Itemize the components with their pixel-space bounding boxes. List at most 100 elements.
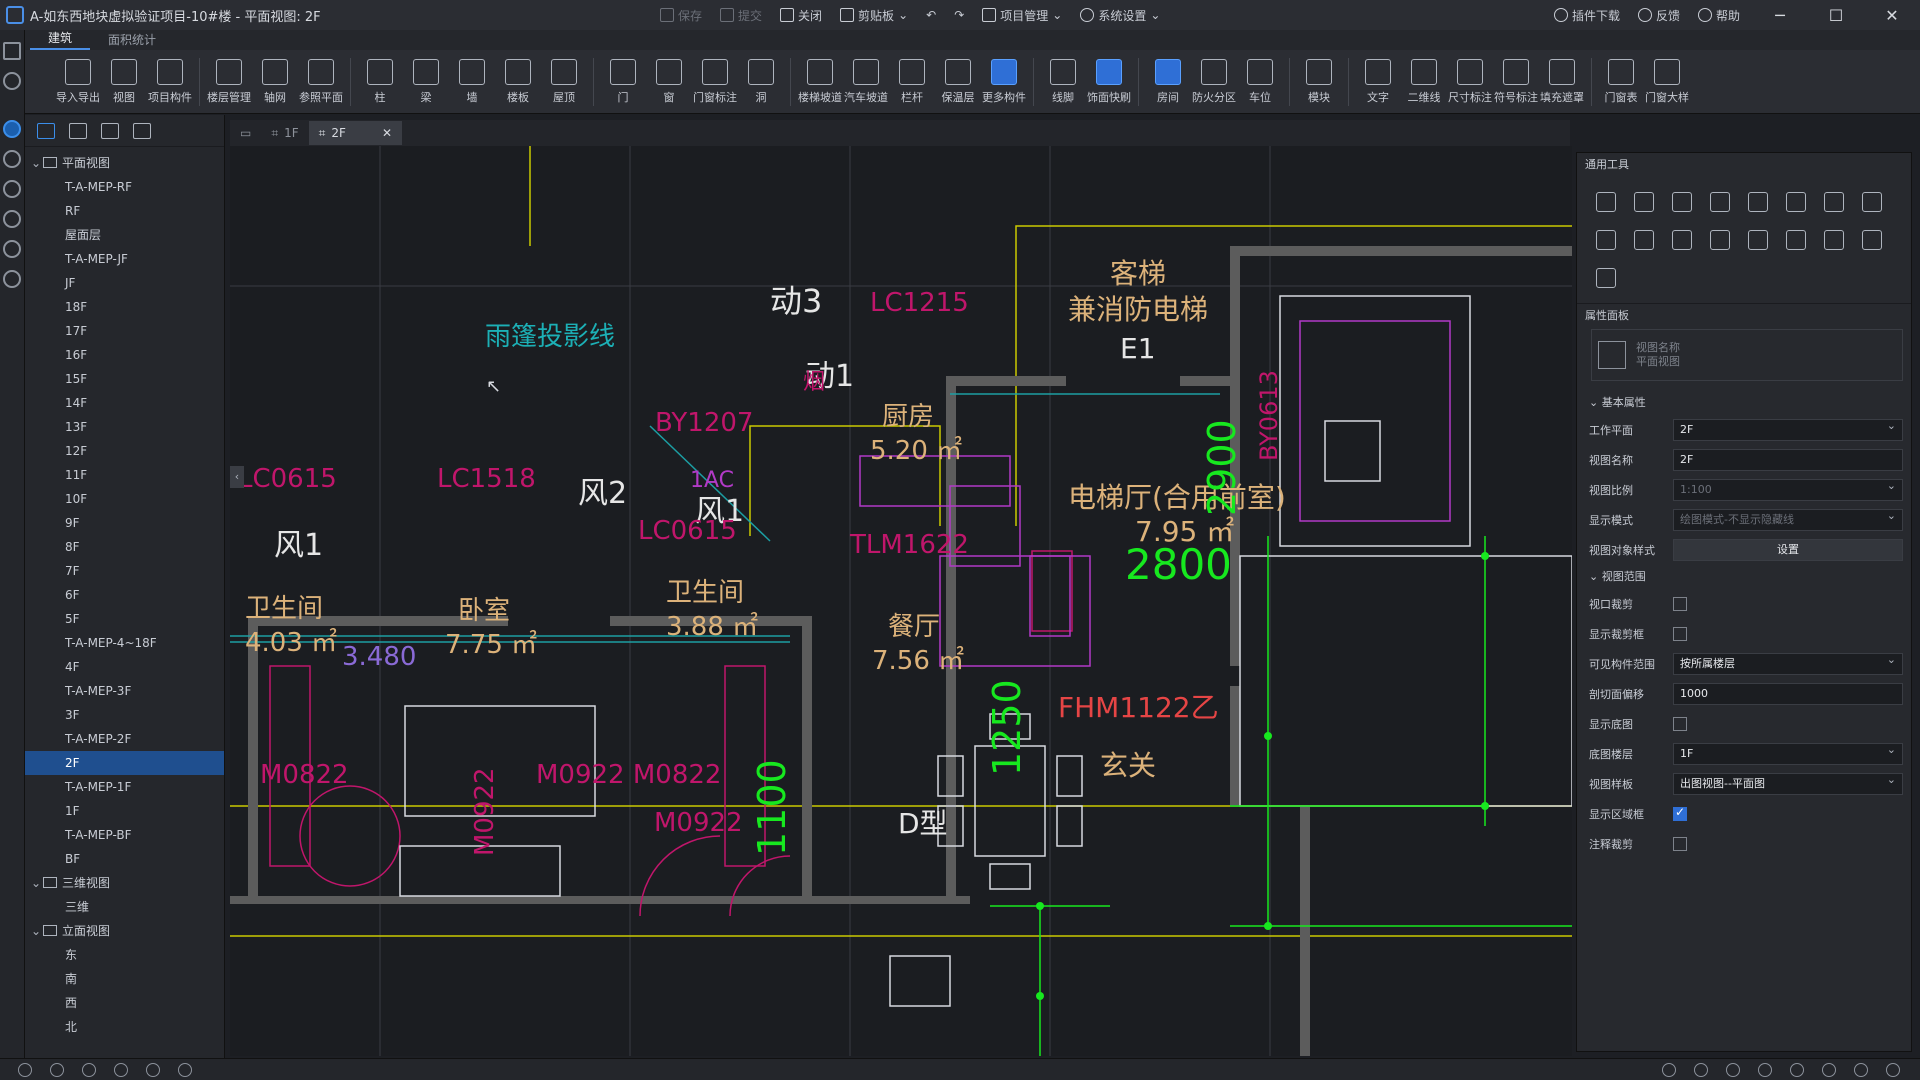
array-tool-button[interactable]: [1853, 183, 1891, 221]
tree-item[interactable]: 4F: [25, 655, 224, 679]
tree-group[interactable]: ⌄ 立面视图: [25, 919, 224, 943]
tab-list-icon[interactable]: ▭: [230, 121, 261, 145]
tree-item[interactable]: 8F: [25, 535, 224, 559]
compass-icon[interactable]: [1790, 1062, 1804, 1077]
tree-item[interactable]: T-A-MEP-JF: [25, 247, 224, 271]
property-select[interactable]: 1F: [1673, 740, 1903, 765]
ribbon-button-28[interactable]: 尺寸标注: [1447, 52, 1493, 112]
property-checkbox[interactable]: [1673, 597, 1687, 611]
ribbon-button-3[interactable]: 楼层管理: [206, 52, 252, 112]
copy-tool-button[interactable]: [1625, 183, 1663, 221]
project-mgmt-button[interactable]: 项目管理 ⌄: [982, 7, 1062, 24]
document-nav-icon[interactable]: [3, 180, 21, 198]
tree-group[interactable]: ⌄ 三维视图: [25, 871, 224, 895]
property-select[interactable]: 1:100: [1673, 476, 1903, 501]
ribbon-button-11[interactable]: 门: [600, 52, 646, 112]
split-tool-button[interactable]: [1739, 183, 1777, 221]
scale-tool-button[interactable]: [1701, 221, 1739, 259]
system-settings-button[interactable]: 系统设置 ⌄: [1080, 7, 1160, 24]
zoom-icon[interactable]: [1886, 1062, 1900, 1077]
ribbon-button-23[interactable]: 防火分区: [1191, 52, 1237, 112]
ribbon-button-7[interactable]: 梁: [403, 52, 449, 112]
measure-tool-button[interactable]: [1587, 259, 1625, 297]
redo-button[interactable]: ↷: [954, 8, 964, 22]
save-button[interactable]: 保存: [660, 7, 702, 24]
ribbon-button-26[interactable]: 文字: [1355, 52, 1401, 112]
tree-item[interactable]: 三维: [25, 895, 224, 919]
tree-item[interactable]: 北: [25, 1015, 224, 1039]
visibility-icon[interactable]: [18, 1062, 32, 1077]
tree-item[interactable]: 11F: [25, 463, 224, 487]
tree-item[interactable]: T-A-MEP-4~18F: [25, 631, 224, 655]
ribbon-button-25[interactable]: 模块: [1296, 52, 1342, 112]
ribbon-button-1[interactable]: 视图: [101, 52, 147, 112]
ribbon-button-27[interactable]: 二维线: [1401, 52, 1447, 112]
ribbon-button-19[interactable]: 更多构件: [981, 52, 1027, 112]
tree-item[interactable]: 6F: [25, 583, 224, 607]
delete-tool-button[interactable]: [1853, 221, 1891, 259]
tree-item[interactable]: 10F: [25, 487, 224, 511]
tree-item[interactable]: 7F: [25, 559, 224, 583]
tree-item[interactable]: 17F: [25, 319, 224, 343]
panel-icon[interactable]: [37, 122, 55, 139]
align-top-tool-button[interactable]: [1587, 221, 1625, 259]
property-checkbox[interactable]: [1673, 837, 1687, 851]
close-button[interactable]: 关闭: [780, 7, 822, 24]
layers-icon[interactable]: [178, 1062, 192, 1077]
ribbon-button-32[interactable]: 门窗大样: [1644, 52, 1690, 112]
property-select[interactable]: 按所属楼层: [1673, 650, 1903, 675]
extend-tool-button[interactable]: [1625, 221, 1663, 259]
property-input[interactable]: 2F: [1673, 449, 1903, 471]
ribbon-button-18[interactable]: 保温层: [935, 52, 981, 112]
tree-item[interactable]: T-A-MEP-1F: [25, 775, 224, 799]
tree-item[interactable]: 18F: [25, 295, 224, 319]
view-range-header[interactable]: ⌄ 视图范围: [1577, 565, 1911, 589]
window-close-button[interactable]: ✕: [1864, 0, 1920, 30]
rotate-tool-button[interactable]: [1663, 183, 1701, 221]
ribbon-button-30[interactable]: 填充遮罩: [1539, 52, 1585, 112]
ribbon-button-20[interactable]: 线脚: [1040, 52, 1086, 112]
ribbon-button-14[interactable]: 洞: [738, 52, 784, 112]
ribbon-button-8[interactable]: 墙: [449, 52, 495, 112]
filter-icon[interactable]: [69, 122, 87, 139]
collapse-panel-button[interactable]: ‹: [230, 466, 244, 488]
tree-item[interactable]: 3F: [25, 703, 224, 727]
model-nav-icon[interactable]: [3, 120, 21, 138]
tab-area-statistics[interactable]: 面积统计: [90, 29, 174, 50]
tree-item[interactable]: 5F: [25, 607, 224, 631]
lightbulb-icon[interactable]: [114, 1062, 128, 1077]
property-input[interactable]: 1000: [1673, 683, 1903, 705]
ribbon-button-13[interactable]: 门窗标注: [692, 52, 738, 112]
user-avatar[interactable]: [3, 72, 21, 90]
property-checkbox[interactable]: [1673, 717, 1687, 731]
tree-item[interactable]: 9F: [25, 511, 224, 535]
property-select[interactable]: 出图视图--平面图: [1673, 770, 1903, 795]
drawing-canvas[interactable]: 雨篷投影线 动3 LC1215 动1 烟 厨房 5.20 ㎡ BY1207 LC…: [230, 146, 1572, 1056]
tree-item[interactable]: RF: [25, 199, 224, 223]
tree-item[interactable]: 南: [25, 967, 224, 991]
tree-item[interactable]: 15F: [25, 367, 224, 391]
visibility-3-icon[interactable]: [82, 1062, 96, 1077]
tree-item[interactable]: T-A-MEP-RF: [25, 175, 224, 199]
view-selector[interactable]: 视图名称 平面视图: [1591, 329, 1903, 381]
ribbon-button-16[interactable]: 汽车坡道: [843, 52, 889, 112]
tree-item[interactable]: 12F: [25, 439, 224, 463]
tab-architecture[interactable]: 建筑: [30, 27, 91, 50]
tree-item[interactable]: 2F: [25, 751, 224, 775]
property-checkbox[interactable]: [1673, 805, 1687, 821]
link-nav-icon[interactable]: [3, 150, 21, 168]
eye-icon[interactable]: [146, 1062, 160, 1077]
minimize-button[interactable]: ─: [1752, 0, 1808, 30]
tree-item[interactable]: 西: [25, 991, 224, 1015]
feedback-button[interactable]: 反馈: [1637, 7, 1680, 24]
visibility-2-icon[interactable]: [50, 1062, 64, 1077]
expand-icon[interactable]: [3, 42, 21, 60]
tree-item[interactable]: T-A-MEP-BF: [25, 823, 224, 847]
location-icon[interactable]: [101, 122, 119, 139]
ribbon-button-10[interactable]: 屋顶: [541, 52, 587, 112]
ribbon-button-12[interactable]: 窗: [646, 52, 692, 112]
link-icon[interactable]: [1758, 1062, 1772, 1077]
grid-snap-icon[interactable]: [1726, 1062, 1740, 1077]
ribbon-button-21[interactable]: 饰面快刷: [1086, 52, 1132, 112]
ribbon-button-31[interactable]: 门窗表: [1598, 52, 1644, 112]
